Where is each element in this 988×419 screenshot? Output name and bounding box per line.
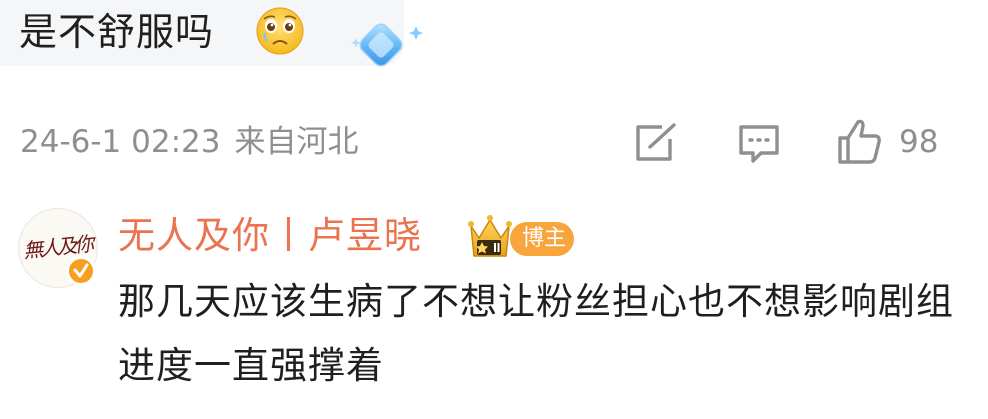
quoted-comment-text: 是不舒服吗 xyxy=(19,10,215,54)
quoted-comment-bubble[interactable]: 是不舒服吗 xyxy=(0,0,423,67)
thumbs-up-icon[interactable] xyxy=(834,116,884,166)
crown-icon xyxy=(468,215,512,257)
share-icon[interactable] xyxy=(632,121,680,165)
crying-face-emoji xyxy=(256,7,304,55)
role-tag-badge: 博主 xyxy=(510,222,575,256)
comment-date: 24-6-1 02:23 xyxy=(20,124,221,160)
like-count: 98 xyxy=(899,124,939,160)
verified-badge-icon xyxy=(66,256,96,286)
comment-meta: 24-6-1 02:23 来自河北 xyxy=(20,122,358,162)
reply-text: 那几天应该生病了不想让粉丝担心也不想影响剧组进度一直强撑着 xyxy=(118,280,954,387)
comment-icon[interactable] xyxy=(735,121,783,165)
comment-thread: 是不舒服吗 24-6-1 02:23 来自河北 98 無人及你 无人及你丨卢昱晓… xyxy=(0,0,988,419)
blue-diamond-icon xyxy=(351,23,423,67)
reply-username[interactable]: 无人及你丨卢昱晓 xyxy=(118,212,422,260)
comment-location: 来自河北 xyxy=(234,124,359,160)
